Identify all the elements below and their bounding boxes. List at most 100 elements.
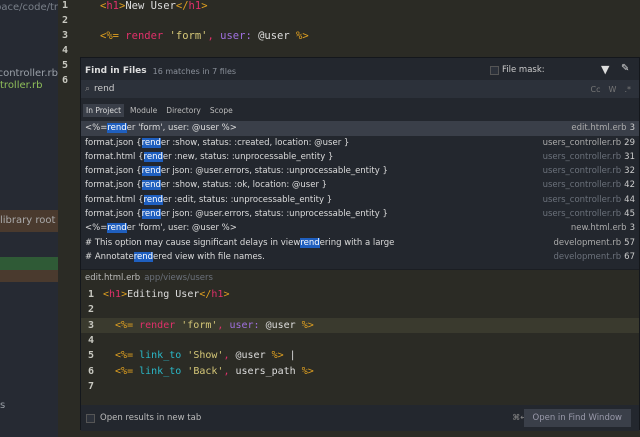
- result-line: 31: [624, 151, 635, 162]
- code-token: render: [125, 30, 164, 42]
- open-new-tab-label: Open results in new tab: [100, 413, 202, 423]
- file-mask-checkbox[interactable]: [490, 66, 499, 75]
- sidebar-file[interactable]: troller.rb: [0, 80, 58, 91]
- words-toggle[interactable]: W: [609, 85, 617, 94]
- preview-line[interactable]: 6 <%= link_to 'Back', users_path %>: [81, 364, 639, 379]
- sidebar-library-root[interactable]: library root: [0, 215, 58, 226]
- tab-scope[interactable]: Scope: [207, 104, 236, 117]
- result-row[interactable]: # This option may cause significant dela…: [81, 235, 639, 250]
- preview-line[interactable]: 5 <%= link_to 'Show', @user %> |: [81, 348, 639, 363]
- result-file: users_controller.rb: [542, 151, 622, 162]
- code-token: link_to: [139, 365, 182, 377]
- code-token: </: [199, 289, 212, 300]
- result-text-pre: format.html {: [85, 194, 144, 205]
- match-case-toggle[interactable]: Cc: [591, 85, 601, 94]
- result-row[interactable]: <%= rend er 'form', user: @user %> new.htm…: [81, 221, 639, 236]
- code-token: users_path: [235, 365, 302, 377]
- code-token: user:: [220, 30, 252, 42]
- match-highlight: rend: [141, 137, 161, 148]
- tab-module[interactable]: Module: [127, 104, 160, 117]
- find-in-files-popup: Find in Files 16 matches in 7 files File…: [80, 57, 640, 431]
- code-token: %>: [301, 319, 314, 331]
- preview-line[interactable]: 2: [81, 302, 639, 317]
- result-line: 57: [624, 237, 635, 248]
- code-token: <%=: [103, 319, 140, 331]
- result-text-post: ering with a large: [319, 237, 395, 248]
- match-highlight: rend: [143, 194, 163, 205]
- popup-title: Find in Files: [85, 66, 147, 76]
- project-path: rkspace/code/tr: [0, 2, 58, 13]
- code-token: ,: [223, 350, 236, 362]
- preview-editor[interactable]: 1 < h1 > Editing User </h1 >2 3 <%= render 'for…: [81, 285, 639, 405]
- result-line: 32: [624, 166, 635, 177]
- preview-line[interactable]: 3 <%= render 'form', user: @user %>: [81, 317, 639, 333]
- code-line[interactable]: <h1>New User</h1>: [100, 0, 208, 12]
- code-token: h1: [109, 289, 122, 300]
- preview-header: edit.html.erb app/views/users: [81, 269, 639, 285]
- code-token: >: [201, 0, 208, 12]
- regex-toggle[interactable]: .*: [624, 85, 631, 94]
- tab-directory[interactable]: Directory: [163, 104, 204, 117]
- sidebar-selection: [0, 257, 58, 270]
- search-field[interactable]: ⌕ rend Cc W .*: [81, 80, 639, 98]
- line-number: 1: [88, 289, 95, 300]
- result-text-pre: <%=: [85, 123, 108, 134]
- match-highlight: rend: [141, 166, 161, 177]
- match-highlight: rend: [107, 223, 127, 234]
- preview-line[interactable]: 7: [81, 379, 639, 394]
- code-token: h1: [188, 0, 202, 12]
- result-text-pre: format.json {: [85, 180, 142, 191]
- line-number: 1: [62, 0, 69, 11]
- open-in-find-window-button[interactable]: Open in Find Window: [523, 409, 631, 427]
- code-token: ,: [223, 365, 236, 377]
- result-row[interactable]: # Annotate rend ered view with file names…: [81, 250, 639, 265]
- result-row[interactable]: format.json { rend er :show, status: :ok,…: [81, 178, 639, 193]
- filter-icon[interactable]: ▼: [601, 63, 609, 76]
- sidebar-file[interactable]: n_controller.rb: [0, 68, 58, 79]
- match-highlight: rend: [143, 151, 163, 162]
- result-file: development.rb: [553, 251, 622, 262]
- code-line[interactable]: <%= render 'form', user: @user %>: [100, 30, 309, 42]
- search-icon: ⌕: [85, 84, 91, 94]
- result-file: development.rb: [553, 237, 622, 248]
- code-token: 'form': [163, 30, 208, 42]
- result-text-post: er :show, status: :ok, location: @user }: [160, 180, 328, 191]
- result-file: users_controller.rb: [542, 209, 622, 220]
- result-text-pre: format.json {: [85, 137, 142, 148]
- result-text-post: er :edit, status: :unprocessable_entity …: [162, 194, 333, 205]
- match-highlight: rend: [107, 123, 127, 134]
- search-input[interactable]: rend: [94, 84, 114, 94]
- code-token: @user: [251, 30, 297, 42]
- code-token: @user: [235, 350, 272, 362]
- result-row[interactable]: format.html { rend er :edit, status: :unp…: [81, 193, 639, 208]
- code-token: |: [283, 350, 296, 362]
- tab-in-project[interactable]: In Project: [83, 104, 125, 117]
- match-count: 16 matches in 7 files: [152, 66, 237, 76]
- result-text-post: er 'form', user: @user %>: [126, 223, 237, 234]
- line-number: 6: [88, 365, 95, 377]
- code-token: ,: [217, 319, 230, 331]
- match-highlight: rend: [141, 209, 161, 220]
- result-file: users_controller.rb: [542, 194, 622, 205]
- result-text-post: er :new, status: :unprocessable_entity }: [162, 151, 334, 162]
- result-row[interactable]: format.json { rend er json: @user.errors,…: [81, 164, 639, 179]
- result-row[interactable]: format.json { rend er :show, status: :cre…: [81, 135, 639, 150]
- result-row[interactable]: format.json { rend er json: @user.errors,…: [81, 207, 639, 222]
- line-number: 4: [88, 334, 95, 346]
- result-row[interactable]: <%= rend er 'form', user: @user %> edit.ht…: [81, 121, 639, 136]
- result-text-pre: <%=: [85, 223, 108, 234]
- preview-line[interactable]: 4: [81, 333, 639, 348]
- result-file: edit.html.erb: [571, 123, 627, 134]
- preview-line[interactable]: 1 < h1 > Editing User </h1 >: [81, 287, 639, 302]
- result-text-pre: # Annotate: [85, 251, 134, 262]
- line-number: 3: [62, 30, 69, 41]
- sidebar-item[interactable]: s: [0, 400, 5, 411]
- project-sidebar: rkspace/code/tr n_controller.rb troller.…: [0, 0, 58, 437]
- code-token: Editing User: [127, 289, 200, 300]
- pin-icon[interactable]: ✎: [621, 63, 629, 74]
- result-row[interactable]: format.html { rend er :new, status: :unpr…: [81, 150, 639, 165]
- line-number: 7: [88, 380, 95, 392]
- open-new-tab-checkbox[interactable]: [86, 413, 95, 423]
- result-file: users_controller.rb: [542, 180, 622, 191]
- result-line: 44: [624, 194, 635, 205]
